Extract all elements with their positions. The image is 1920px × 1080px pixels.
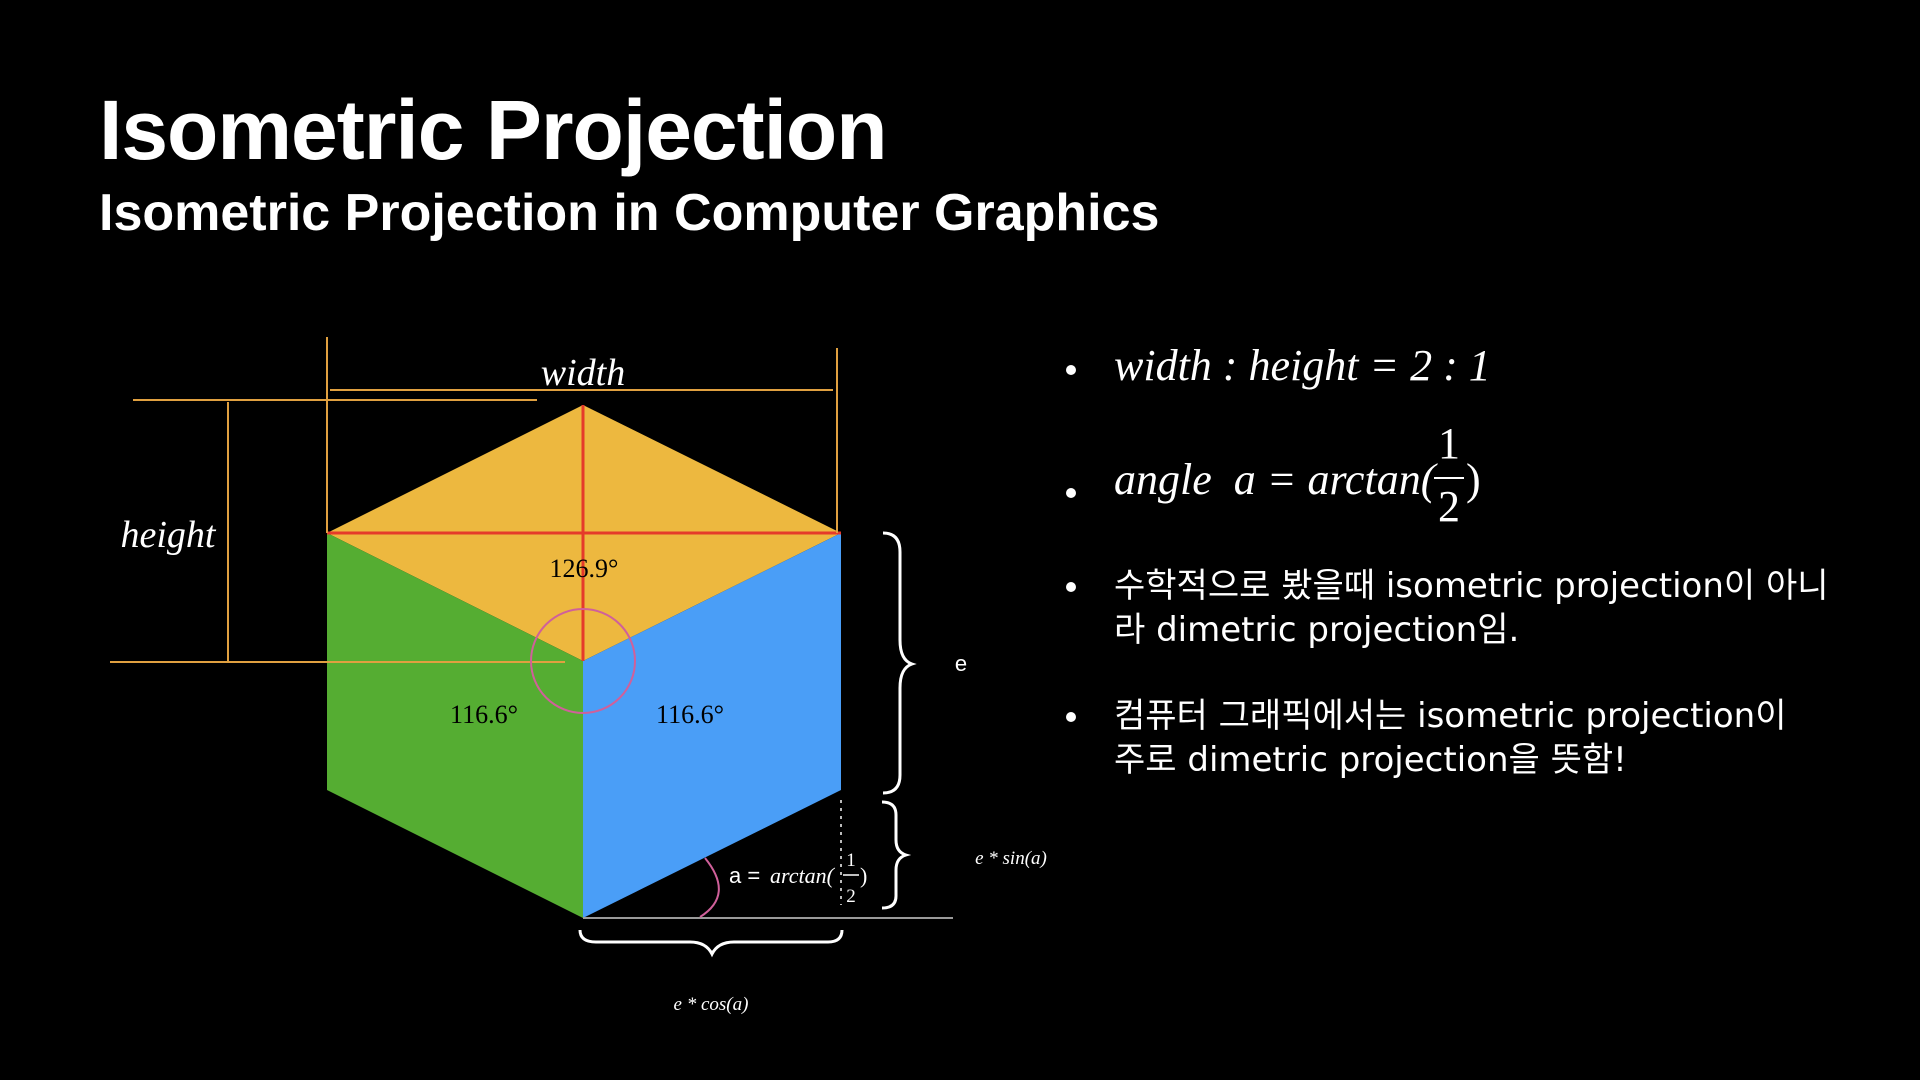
bullet-angle: angle a = arctan( 1 2 ) (1114, 419, 1481, 536)
angle-left-label: 116.6° (450, 700, 518, 729)
brace-e-sin (881, 800, 912, 910)
bullet-math-note-line1: 수학적으로 봤을때 isometric projection이 아니 (1114, 566, 1829, 606)
bullet-angle-num: 1 (1438, 419, 1460, 468)
bullet-angle-den: 2 (1438, 482, 1460, 531)
bottom-angle-arc (699, 857, 720, 918)
angle-top-label: 126.9° (550, 554, 619, 583)
angle-formula-den: 2 (846, 886, 856, 907)
angle-formula: a = arctan( 1 2 ) (729, 850, 867, 907)
bullet-cg-note-line2: 주로 dimetric projection을 뜻함! (1114, 740, 1627, 780)
bullet-math-note: 수학적으로 봤을때 isometric projection이 아니 라 dim… (1114, 564, 1829, 652)
isometric-cube-diagram: width height 126.9° 116.6° 116.6° e e * … (110, 337, 1047, 1015)
angle-formula-prefix: a = (729, 863, 766, 888)
angle-formula-close: ) (860, 863, 867, 888)
bullet-cg-note: 컴퓨터 그래픽에서는 isometric projection이 주로 dime… (1114, 694, 1786, 782)
bullet-dot-1 (1066, 365, 1076, 375)
brace-e-cos (578, 929, 844, 958)
brace-e (882, 531, 917, 795)
bullet-list: width : height = 2 : 1 angle a = arctan(… (1066, 330, 1886, 800)
bullet-angle-prefix: angle a = arctan( (1114, 455, 1436, 504)
angle-right-label: 116.6° (656, 700, 724, 729)
bullet-cg-note-line1: 컴퓨터 그래픽에서는 isometric projection이 (1114, 696, 1787, 736)
bullet-math-note-line2: 라 dimetric projection임. (1114, 610, 1520, 650)
angle-formula-fn: arctan( (770, 863, 836, 888)
e-label: e (955, 651, 967, 676)
bullet-angle-bar (1434, 477, 1464, 479)
height-label: height (121, 514, 217, 556)
bullet-dot-4 (1066, 712, 1076, 722)
bullet-ratio: width : height = 2 : 1 (1114, 341, 1491, 390)
angle-formula-num: 1 (846, 850, 856, 871)
bullet-dot-3 (1066, 582, 1076, 592)
bullet-dot-2 (1066, 488, 1076, 498)
bullet-angle-close: ) (1466, 455, 1481, 504)
e-sin-label: e * sin(a) (975, 848, 1047, 869)
width-label: width (541, 352, 625, 394)
e-cos-label: e * cos(a) (674, 994, 749, 1015)
